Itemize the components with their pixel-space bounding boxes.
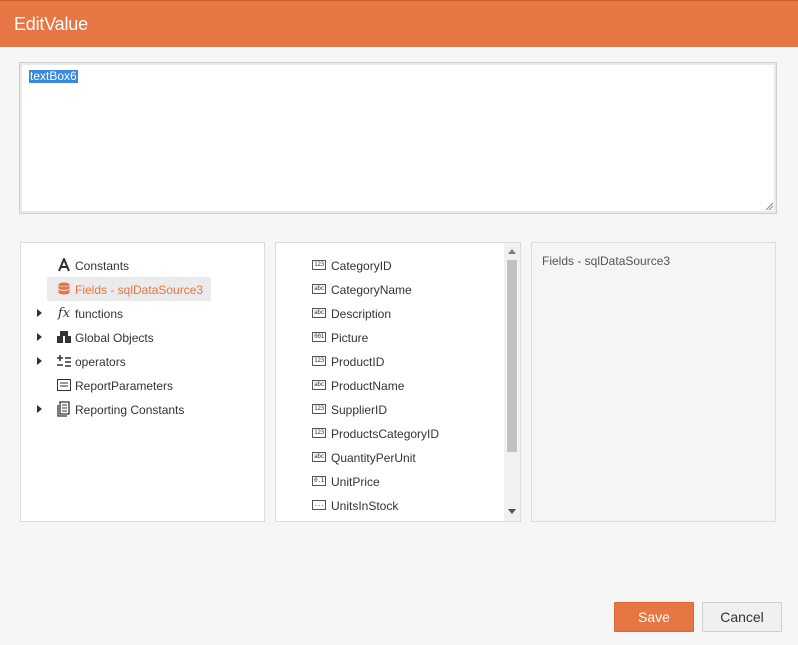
tree-item-label: Reporting Constants — [75, 403, 185, 417]
resize-grip-icon[interactable] — [765, 202, 773, 210]
field-label: UnitsInStock — [331, 499, 399, 513]
database-icon — [56, 281, 72, 297]
list-item[interactable]: 0.1 UnitPrice — [276, 469, 504, 493]
fields-scrollbar[interactable] — [504, 243, 520, 521]
tree-item-report-parameters[interactable]: ReportParameters — [21, 373, 264, 397]
field-label: Description — [331, 307, 392, 321]
tree-item-fields[interactable]: Fields - sqlDataSource3 — [21, 277, 264, 301]
expand-arrow-icon[interactable] — [37, 357, 42, 365]
list-item[interactable]: abc Description — [276, 301, 504, 325]
number-type-icon: 123 — [312, 260, 326, 270]
cancel-button[interactable]: Cancel — [702, 602, 782, 632]
decimal-type-icon: 0.1 — [312, 476, 326, 486]
field-label: CategoryID — [331, 259, 392, 273]
tree-item-global-objects[interactable]: Global Objects — [21, 325, 264, 349]
tree-item-label: Global Objects — [75, 331, 154, 345]
field-label: ProductID — [331, 355, 385, 369]
list-item[interactable]: 123 ProductsCategoryID — [276, 421, 504, 445]
expression-editor[interactable]: textBox6 — [19, 62, 777, 214]
save-button[interactable]: Save — [614, 602, 694, 632]
fields-list: 123 CategoryID abc CategoryName abc Desc… — [275, 242, 521, 522]
tree-item-label: operators — [75, 355, 126, 369]
scroll-down-arrow-icon[interactable] — [508, 509, 516, 514]
list-item[interactable]: ... UnitsInStock — [276, 493, 504, 517]
document-icon — [56, 401, 72, 417]
binary-type-icon: 001 — [312, 332, 326, 342]
list-item[interactable]: 123 CategoryID — [276, 253, 504, 277]
string-type-icon: abc — [312, 284, 326, 294]
string-type-icon: abc — [312, 380, 326, 390]
operators-icon — [56, 353, 72, 369]
list-item[interactable]: 123 ProductID — [276, 349, 504, 373]
list-item[interactable]: abc CategoryName — [276, 277, 504, 301]
objects-icon — [56, 329, 72, 345]
description-panel: Fields - sqlDataSource3 — [531, 242, 776, 522]
field-label: ProductsCategoryID — [331, 427, 440, 441]
function-fx-icon: fx — [57, 305, 71, 321]
string-type-icon: abc — [312, 308, 326, 318]
field-label: QuantityPerUnit — [331, 451, 416, 465]
number-type-icon: 123 — [312, 428, 326, 438]
expand-arrow-icon[interactable] — [37, 405, 42, 413]
tree-item-label: functions — [75, 307, 124, 321]
field-label: SupplierID — [331, 403, 388, 417]
field-label: ProductName — [331, 379, 405, 393]
tree-item-label: Constants — [75, 259, 130, 273]
list-item[interactable]: abc QuantityPerUnit — [276, 445, 504, 469]
dialog-title-bar: EditValue — [0, 0, 798, 47]
tree-item-constants[interactable]: Constants — [21, 253, 264, 277]
expand-arrow-icon[interactable] — [37, 333, 42, 341]
tree-item-operators[interactable]: operators — [21, 349, 264, 373]
tree-item-label: Fields - sqlDataSource3 — [75, 283, 204, 297]
expand-arrow-icon[interactable] — [37, 309, 42, 317]
description-text: Fields - sqlDataSource3 — [542, 254, 671, 268]
field-label: CategoryName — [331, 283, 412, 297]
field-label: UnitPrice — [331, 475, 380, 489]
list-item[interactable]: 123 SupplierID — [276, 397, 504, 421]
tree-item-functions[interactable]: fx functions — [21, 301, 264, 325]
number-type-icon: 123 — [312, 404, 326, 414]
dialog-title: EditValue — [14, 14, 88, 34]
other-type-icon: ... — [312, 500, 326, 510]
letter-a-icon — [56, 257, 72, 273]
number-type-icon: 123 — [312, 356, 326, 366]
list-item[interactable]: abc ProductName — [276, 373, 504, 397]
list-item[interactable]: 001 Picture — [276, 325, 504, 349]
field-label: Picture — [331, 331, 369, 345]
editor-text[interactable]: textBox6 — [29, 70, 78, 83]
scroll-up-arrow-icon[interactable] — [508, 249, 516, 254]
tree-item-label: ReportParameters — [75, 379, 174, 393]
parameters-icon — [56, 377, 72, 393]
category-tree: Constants Fields - sqlDataSource3 fx fun… — [20, 242, 265, 522]
scrollbar-thumb[interactable] — [507, 260, 517, 452]
string-type-icon: abc — [312, 452, 326, 462]
tree-item-reporting-constants[interactable]: Reporting Constants — [21, 397, 264, 421]
